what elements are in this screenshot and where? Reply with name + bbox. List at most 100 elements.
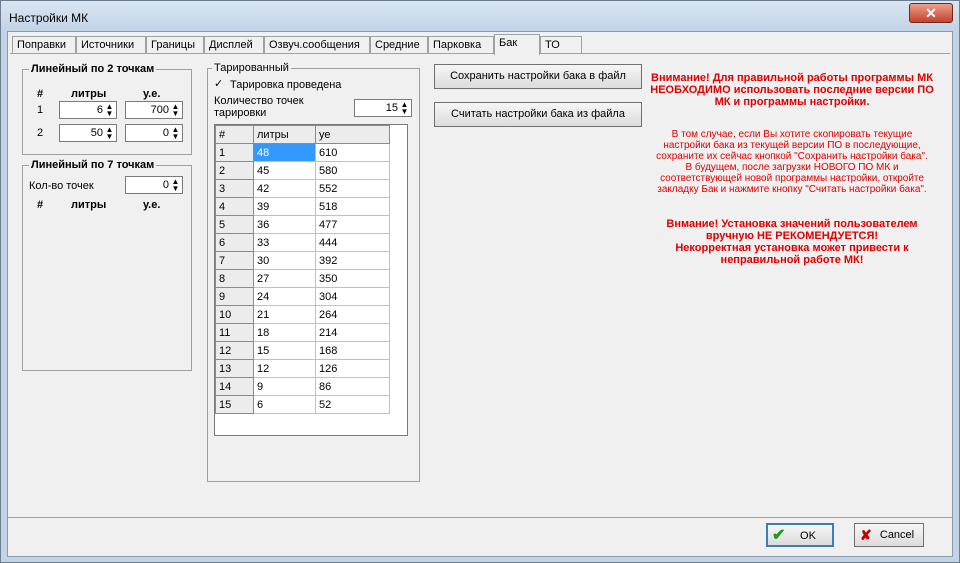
table-row[interactable]: 13 12 126 [215, 359, 390, 378]
table-row[interactable]: 9 24 304 [215, 287, 390, 306]
units-cell[interactable]: 126 [315, 359, 390, 378]
warning-line: настройки бака из текущей версии ПО в по… [663, 140, 921, 151]
liters-cell[interactable]: 36 [253, 215, 316, 234]
load-tank-settings-button[interactable]: Считать настройки бака из файла [434, 102, 642, 127]
table-row[interactable]: 15 6 52 [215, 395, 390, 414]
liters-cell[interactable]: 9 [253, 377, 316, 396]
units-cell[interactable]: 168 [315, 341, 390, 360]
liters-cell[interactable]: 39 [253, 197, 316, 216]
spin-arrows-icon[interactable]: ▲ ▼ [104, 103, 115, 118]
liters-cell[interactable]: 6 [253, 395, 316, 414]
units-cell[interactable]: 392 [315, 251, 390, 270]
liters-cell[interactable]: 18 [253, 323, 316, 342]
linear2-row2-units[interactable]: 0 ▲ ▼ [125, 124, 183, 142]
linear7-count-input[interactable]: 0 ▲ ▼ [125, 176, 183, 194]
row-number-cell: 14 [215, 377, 254, 396]
spin-arrows-icon[interactable]: ▲ ▼ [104, 126, 115, 141]
table-row[interactable]: 14 9 86 [215, 377, 390, 396]
liters-cell[interactable]: 48 [253, 143, 316, 162]
points-label-line1: Количество точек [214, 95, 304, 107]
cancel-button[interactable]: ✘ Cancel [854, 523, 924, 547]
units-cell[interactable]: 214 [315, 323, 390, 342]
liters-cell[interactable]: 33 [253, 233, 316, 252]
tab-parkovka[interactable]: Парковка [428, 36, 494, 54]
units-cell[interactable]: 580 [315, 161, 390, 180]
group-calibrated: Тарированный ✓ Тарировка проведена Колич… [207, 62, 420, 482]
warning-versions: Внимание! Для правильной работы программ… [642, 72, 942, 108]
tab-srednie[interactable]: Средние [370, 36, 428, 54]
group-linear2: Линейный по 2 точкам # литры у.е. 1 6 ▲ ▼ … [22, 63, 192, 155]
warning-line: сохраните их сейчас кнопкой "Сохранить н… [656, 151, 928, 162]
row-number-cell: 3 [215, 179, 254, 198]
units-cell[interactable]: 477 [315, 215, 390, 234]
spin-arrows-icon[interactable]: ▲ ▼ [170, 103, 181, 118]
row-number-cell: 13 [215, 359, 254, 378]
tab-popravki[interactable]: Поправки [12, 36, 76, 54]
linear2-row1-units[interactable]: 700 ▲ ▼ [125, 101, 183, 119]
liters-cell[interactable]: 45 [253, 161, 316, 180]
close-button[interactable]: ✕ [909, 3, 953, 23]
linear7-count-label: Кол-во точек [29, 180, 94, 192]
linear2-row1-num: 1 [37, 104, 44, 116]
row-number-cell: 5 [215, 215, 254, 234]
table-row[interactable]: 6 33 444 [215, 233, 390, 252]
save-tank-settings-button[interactable]: Сохранить настройки бака в файл [434, 64, 642, 89]
table-row[interactable]: 10 21 264 [215, 305, 390, 324]
warning-line: вручную НЕ РЕКОМЕНДУЕТСЯ! [705, 230, 879, 242]
linear2-row1-liters[interactable]: 6 ▲ ▼ [59, 101, 117, 119]
table-row[interactable]: 4 39 518 [215, 197, 390, 216]
tab-granitsy[interactable]: Границы [146, 36, 204, 54]
liters-cell[interactable]: 24 [253, 287, 316, 306]
cancel-x-icon: ✘ [860, 527, 872, 543]
column-header: уе [315, 125, 390, 144]
checkmark-icon[interactable]: ✓ [214, 79, 225, 90]
table-row[interactable]: 2 45 580 [215, 161, 390, 180]
tab-istochniki[interactable]: Источники [76, 36, 146, 54]
table-row[interactable]: 8 27 350 [215, 269, 390, 288]
warning-line: закладку Бак и нажмите кнопку "Считать н… [657, 184, 927, 195]
ok-check-icon: ✔ [772, 527, 786, 544]
table-row[interactable]: 3 42 552 [215, 179, 390, 198]
liters-cell[interactable]: 27 [253, 269, 316, 288]
warning-line: В будущем, после загрузки НОВОГО ПО МК и [685, 162, 899, 173]
tab-voice[interactable]: Озвуч.сообщения [264, 36, 370, 54]
linear7-col-liters: литры [71, 199, 107, 211]
units-cell[interactable]: 304 [315, 287, 390, 306]
tab-to[interactable]: ТО [540, 36, 582, 54]
units-cell[interactable]: 610 [315, 143, 390, 162]
row-number-cell: 15 [215, 395, 254, 414]
linear2-row2-liters[interactable]: 50 ▲ ▼ [59, 124, 117, 142]
points-label-line2: тарировки [214, 107, 267, 119]
tab-display[interactable]: Дисплей [204, 36, 264, 54]
table-row[interactable]: 1 48 610 [215, 143, 390, 162]
group-linear7: Линейный по 7 точкам Кол-во точек 0 ▲ ▼ # … [22, 159, 192, 371]
units-cell[interactable]: 350 [315, 269, 390, 288]
warning-line: НЕОБХОДИМО использовать последние версии… [650, 84, 934, 96]
spin-arrows-icon[interactable]: ▲ ▼ [170, 126, 181, 141]
table-row[interactable]: 11 18 214 [215, 323, 390, 342]
units-cell[interactable]: 518 [315, 197, 390, 216]
units-cell[interactable]: 86 [315, 377, 390, 396]
units-cell[interactable]: 264 [315, 305, 390, 324]
tab-bak[interactable]: Бак [494, 34, 540, 55]
units-cell[interactable]: 552 [315, 179, 390, 198]
warning-copy-settings: В том случае, если Вы хотите скопировать… [642, 129, 942, 195]
liters-cell[interactable]: 30 [253, 251, 316, 270]
liters-cell[interactable]: 12 [253, 359, 316, 378]
points-count-input[interactable]: 15 ▲ ▼ [354, 99, 412, 117]
ok-button[interactable]: ✔ OK [766, 523, 834, 547]
table-row[interactable]: 12 15 168 [215, 341, 390, 360]
calibrated-checkbox-label: Тарировка проведена [230, 79, 342, 91]
units-cell[interactable]: 444 [315, 233, 390, 252]
group-linear7-title: Линейный по 7 точкам [29, 159, 157, 171]
table-row[interactable]: 5 36 477 [215, 215, 390, 234]
spin-arrows-icon[interactable]: ▲ ▼ [399, 101, 410, 116]
linear2-row2-num: 2 [37, 127, 44, 139]
spin-arrows-icon[interactable]: ▲ ▼ [170, 178, 181, 193]
table-row[interactable]: 7 30 392 [215, 251, 390, 270]
units-cell[interactable]: 52 [315, 395, 390, 414]
liters-cell[interactable]: 21 [253, 305, 316, 324]
calibration-table[interactable]: # литры уе 1 48 610 2 45 580 3 42 552 4 39 518 5 36 47… [214, 124, 408, 436]
liters-cell[interactable]: 15 [253, 341, 316, 360]
liters-cell[interactable]: 42 [253, 179, 316, 198]
